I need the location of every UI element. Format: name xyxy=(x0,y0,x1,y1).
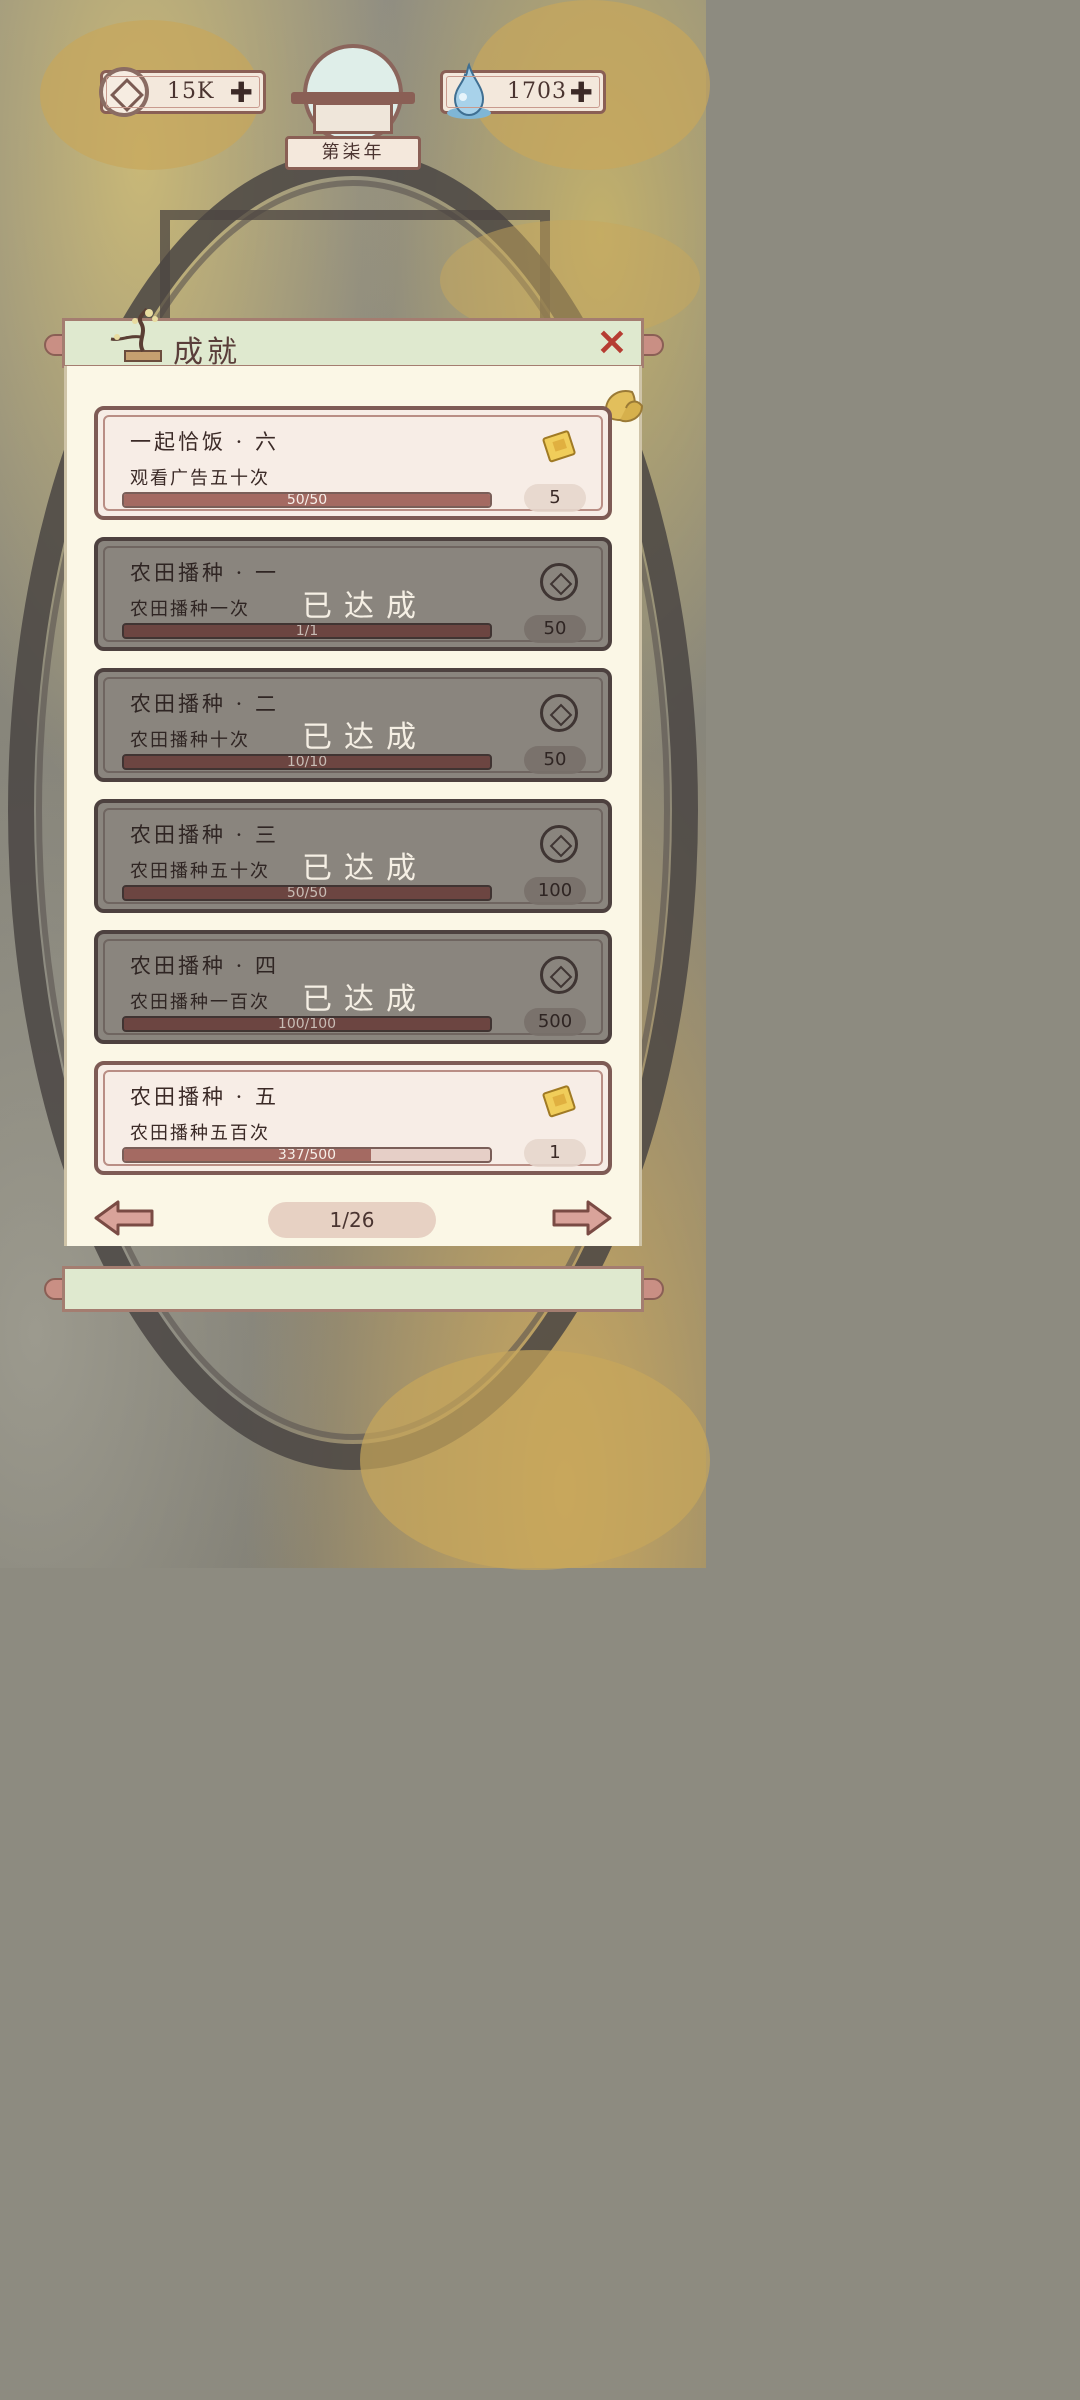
pavilion-icon xyxy=(313,102,393,134)
achievement-name: 农田播种 · 二 xyxy=(130,692,280,716)
completed-stamp: 已达成 xyxy=(302,720,428,755)
reward-amount: 50 xyxy=(524,746,586,774)
close-icon: ✕ xyxy=(596,322,628,364)
panel-header: 成就 ✕ xyxy=(62,307,644,370)
next-page-button[interactable] xyxy=(550,1198,612,1238)
bonsai-icon xyxy=(110,307,162,362)
coin-icon xyxy=(540,694,578,732)
spirit-counter[interactable]: 1703 ✚ xyxy=(440,62,606,119)
panel-title: 成就 xyxy=(173,335,241,370)
progress-bar: 50/50 xyxy=(122,885,492,901)
achievement-desc: 农田播种五百次 xyxy=(130,1123,270,1144)
add-spirit-icon[interactable]: ✚ xyxy=(570,77,593,109)
achievement-card[interactable]: 一起恰饭 · 六观看广告五十次 50/50 5 xyxy=(94,406,612,520)
achievement-desc: 农田播种十次 xyxy=(130,730,250,751)
achievement-name: 农田播种 · 五 xyxy=(130,1085,280,1109)
spirit-value: 1703 xyxy=(507,79,567,104)
achievement-name: 农田播种 · 三 xyxy=(130,823,280,847)
achievement-name: 农田播种 · 四 xyxy=(130,954,280,978)
achievement-card[interactable]: 农田播种 · 一农田播种一次 1/1 50 已达成 xyxy=(94,537,612,651)
coin-icon xyxy=(540,563,578,601)
close-button[interactable]: ✕ xyxy=(593,325,631,363)
reward-amount: 50 xyxy=(524,615,586,643)
progress-text: 50/50 xyxy=(286,885,328,901)
achievement-desc: 农田播种一次 xyxy=(130,599,250,620)
completed-stamp: 已达成 xyxy=(302,589,428,624)
achievement-name: 一起恰饭 · 六 xyxy=(130,430,280,454)
achievement-desc: 观看广告五十次 xyxy=(130,468,270,489)
progress-text: 1/1 xyxy=(295,623,319,639)
water-drop-icon xyxy=(447,62,491,119)
reward-amount: 1 xyxy=(524,1139,586,1167)
achievement-card[interactable]: 农田播种 · 五农田播种五百次 337/500 1 xyxy=(94,1061,612,1175)
completed-stamp: 已达成 xyxy=(302,851,428,886)
achievement-name: 农田播种 · 一 xyxy=(130,561,280,585)
year-emblem: 第柒年 xyxy=(285,44,421,174)
progress-bar: 10/10 xyxy=(122,754,492,770)
coin-value: 15K xyxy=(167,79,215,104)
coin-icon xyxy=(540,825,578,863)
progress-text: 50/50 xyxy=(286,492,328,508)
ticket-icon xyxy=(542,1085,576,1118)
progress-bar: 1/1 xyxy=(122,623,492,639)
completed-stamp: 已达成 xyxy=(302,982,428,1017)
reward-amount: 500 xyxy=(524,1008,586,1036)
pager: 1/26 xyxy=(64,1192,642,1244)
achievement-card[interactable]: 农田播种 · 三农田播种五十次 50/50 100 已达成 xyxy=(94,799,612,913)
page-indicator: 1/26 xyxy=(268,1202,436,1238)
progress-bar: 50/50 xyxy=(122,492,492,508)
reward-amount: 5 xyxy=(524,484,586,512)
progress-text: 100/100 xyxy=(277,1016,337,1032)
achievement-card[interactable]: 农田播种 · 四农田播种一百次 100/100 500 已达成 xyxy=(94,930,612,1044)
add-coins-icon[interactable]: ✚ xyxy=(230,77,253,109)
progress-text: 10/10 xyxy=(286,754,328,770)
reward-amount: 100 xyxy=(524,877,586,905)
achievement-card[interactable]: 农田播种 · 二农田播种十次 10/10 50 已达成 xyxy=(94,668,612,782)
ticket-icon xyxy=(542,430,576,463)
prev-page-button[interactable] xyxy=(94,1198,156,1238)
progress-bar: 337/500 xyxy=(122,1147,492,1163)
coin-counter[interactable]: 15K ✚ xyxy=(99,67,266,117)
panel-footer xyxy=(62,1266,644,1312)
coin-icon xyxy=(99,67,149,117)
progress-bar: 100/100 xyxy=(122,1016,492,1032)
achievement-desc: 农田播种五十次 xyxy=(130,861,270,882)
progress-text: 337/500 xyxy=(277,1147,337,1163)
achievement-desc: 农田播种一百次 xyxy=(130,992,270,1013)
year-label: 第柒年 xyxy=(285,136,421,170)
coin-icon xyxy=(540,956,578,994)
ginkgo-leaves xyxy=(360,1350,710,1570)
